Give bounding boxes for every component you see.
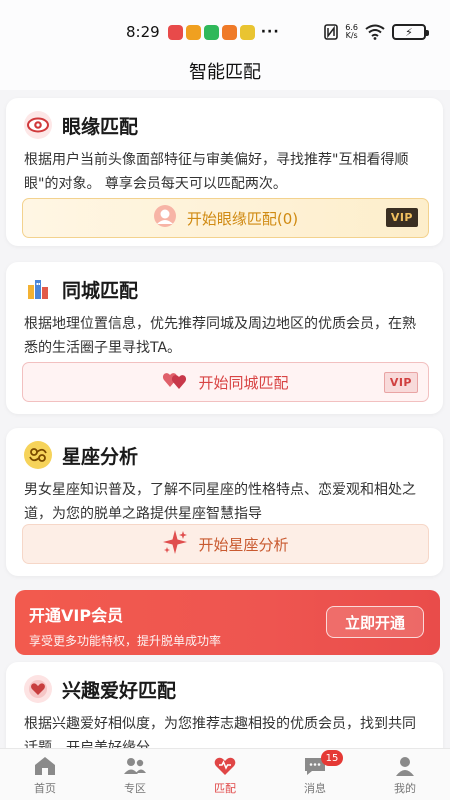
sparkle-icon <box>162 529 188 559</box>
tab-profile[interactable]: 我的 <box>360 749 450 800</box>
user-icon <box>396 756 414 776</box>
vip-badge: VIP <box>385 208 418 227</box>
zodiac-analysis-card: 星座分析 男女星座知识普及，了解不同星座的性格特点、恋爱观和相处之道，为您的脱单… <box>6 428 443 576</box>
cancer-zodiac-icon <box>24 441 52 469</box>
card-description: 男女星座知识普及，了解不同星座的性格特点、恋爱观和相处之道，为您的脱单之路提供星… <box>24 482 416 522</box>
city-buildings-icon <box>24 275 52 303</box>
tab-zone[interactable]: 专区 <box>90 749 180 800</box>
card-title-text: 兴趣爱好匹配 <box>62 679 177 702</box>
start-city-match-button[interactable]: 开始同城匹配 VIP <box>22 362 429 402</box>
hearts-icon <box>162 369 188 395</box>
card-title: 星座分析 <box>24 440 427 470</box>
button-label: 开始眼缘匹配(0) <box>186 209 299 228</box>
status-bar: 8:29 ··· 6.6 K/s ⚡ <box>0 0 450 52</box>
vip-banner: 开通VIP会员 享受更多功能特权，提升脱单成功率 立即开通 <box>15 590 440 655</box>
tab-label: 首页 <box>34 781 56 795</box>
card-description: 根据地理位置信息，优先推荐同城及周边地区的优质会员，在熟悉的生活圈子里寻找TA。 <box>24 316 416 356</box>
card-title-text: 星座分析 <box>62 445 139 468</box>
button-label: 开始同城匹配 <box>198 373 289 392</box>
button-label: 开始星座分析 <box>198 535 289 554</box>
page-title: 智能匹配 <box>189 62 261 83</box>
vip-badge: VIP <box>383 372 418 393</box>
tab-label: 我的 <box>394 781 416 795</box>
app-notification-icon <box>185 24 201 40</box>
eye-match-card: 眼缘匹配 根据用户当前头像面部特征与审美偏好，寻找推荐"互相看得顺眼"的对象。 … <box>6 98 443 246</box>
start-zodiac-analysis-button[interactable]: 开始星座分析 <box>22 524 429 564</box>
message-count-badge: 15 <box>321 750 343 766</box>
card-title-text: 同城匹配 <box>62 279 139 302</box>
status-time: 8:29 <box>126 23 160 41</box>
notification-icons <box>167 24 255 40</box>
start-eye-match-button[interactable]: 开始眼缘匹配(0) VIP <box>22 198 429 238</box>
card-title: 兴趣爱好匹配 <box>24 674 427 704</box>
app-notification-icon <box>239 24 255 40</box>
more-notifications-icon: ··· <box>260 24 280 40</box>
open-vip-button[interactable]: 立即开通 <box>326 606 424 638</box>
eye-icon <box>24 111 52 139</box>
nfc-icon <box>324 24 339 40</box>
card-title: 同城匹配 <box>24 274 427 304</box>
card-title-text: 眼缘匹配 <box>62 115 139 138</box>
tab-label: 消息 <box>304 781 326 795</box>
people-icon <box>124 757 146 774</box>
tab-home[interactable]: 首页 <box>0 749 90 800</box>
interest-heart-icon <box>24 675 52 703</box>
heart-icon <box>214 757 236 775</box>
home-icon <box>35 756 55 775</box>
tab-label: 匹配 <box>214 781 236 795</box>
app-notification-icon <box>221 24 237 40</box>
app-notification-icon <box>167 24 183 40</box>
tab-match[interactable]: 匹配 <box>180 749 270 800</box>
avatar-icon <box>153 204 177 232</box>
tab-label: 专区 <box>124 781 146 795</box>
tab-messages[interactable]: 消息 15 <box>270 749 360 800</box>
page-header: 智能匹配 <box>0 52 450 90</box>
interest-match-card: 兴趣爱好匹配 根据兴趣爱好相似度，为您推荐志趣相投的优质会员，找到共同话题，开启… <box>6 662 443 762</box>
battery-charging-icon: ⚡ <box>392 24 429 40</box>
app-notification-icon <box>203 24 219 40</box>
card-title: 眼缘匹配 <box>24 110 427 140</box>
network-speed: 6.6 K/s <box>345 23 358 40</box>
wifi-icon <box>365 24 385 40</box>
card-description: 根据用户当前头像面部特征与审美偏好，寻找推荐"互相看得顺眼"的对象。 尊享会员每… <box>24 152 409 192</box>
city-match-card: 同城匹配 根据地理位置信息，优先推荐同城及周边地区的优质会员，在熟悉的生活圈子里… <box>6 262 443 414</box>
bottom-tab-bar: 首页 专区 匹配 消息 15 我的 <box>0 748 450 800</box>
